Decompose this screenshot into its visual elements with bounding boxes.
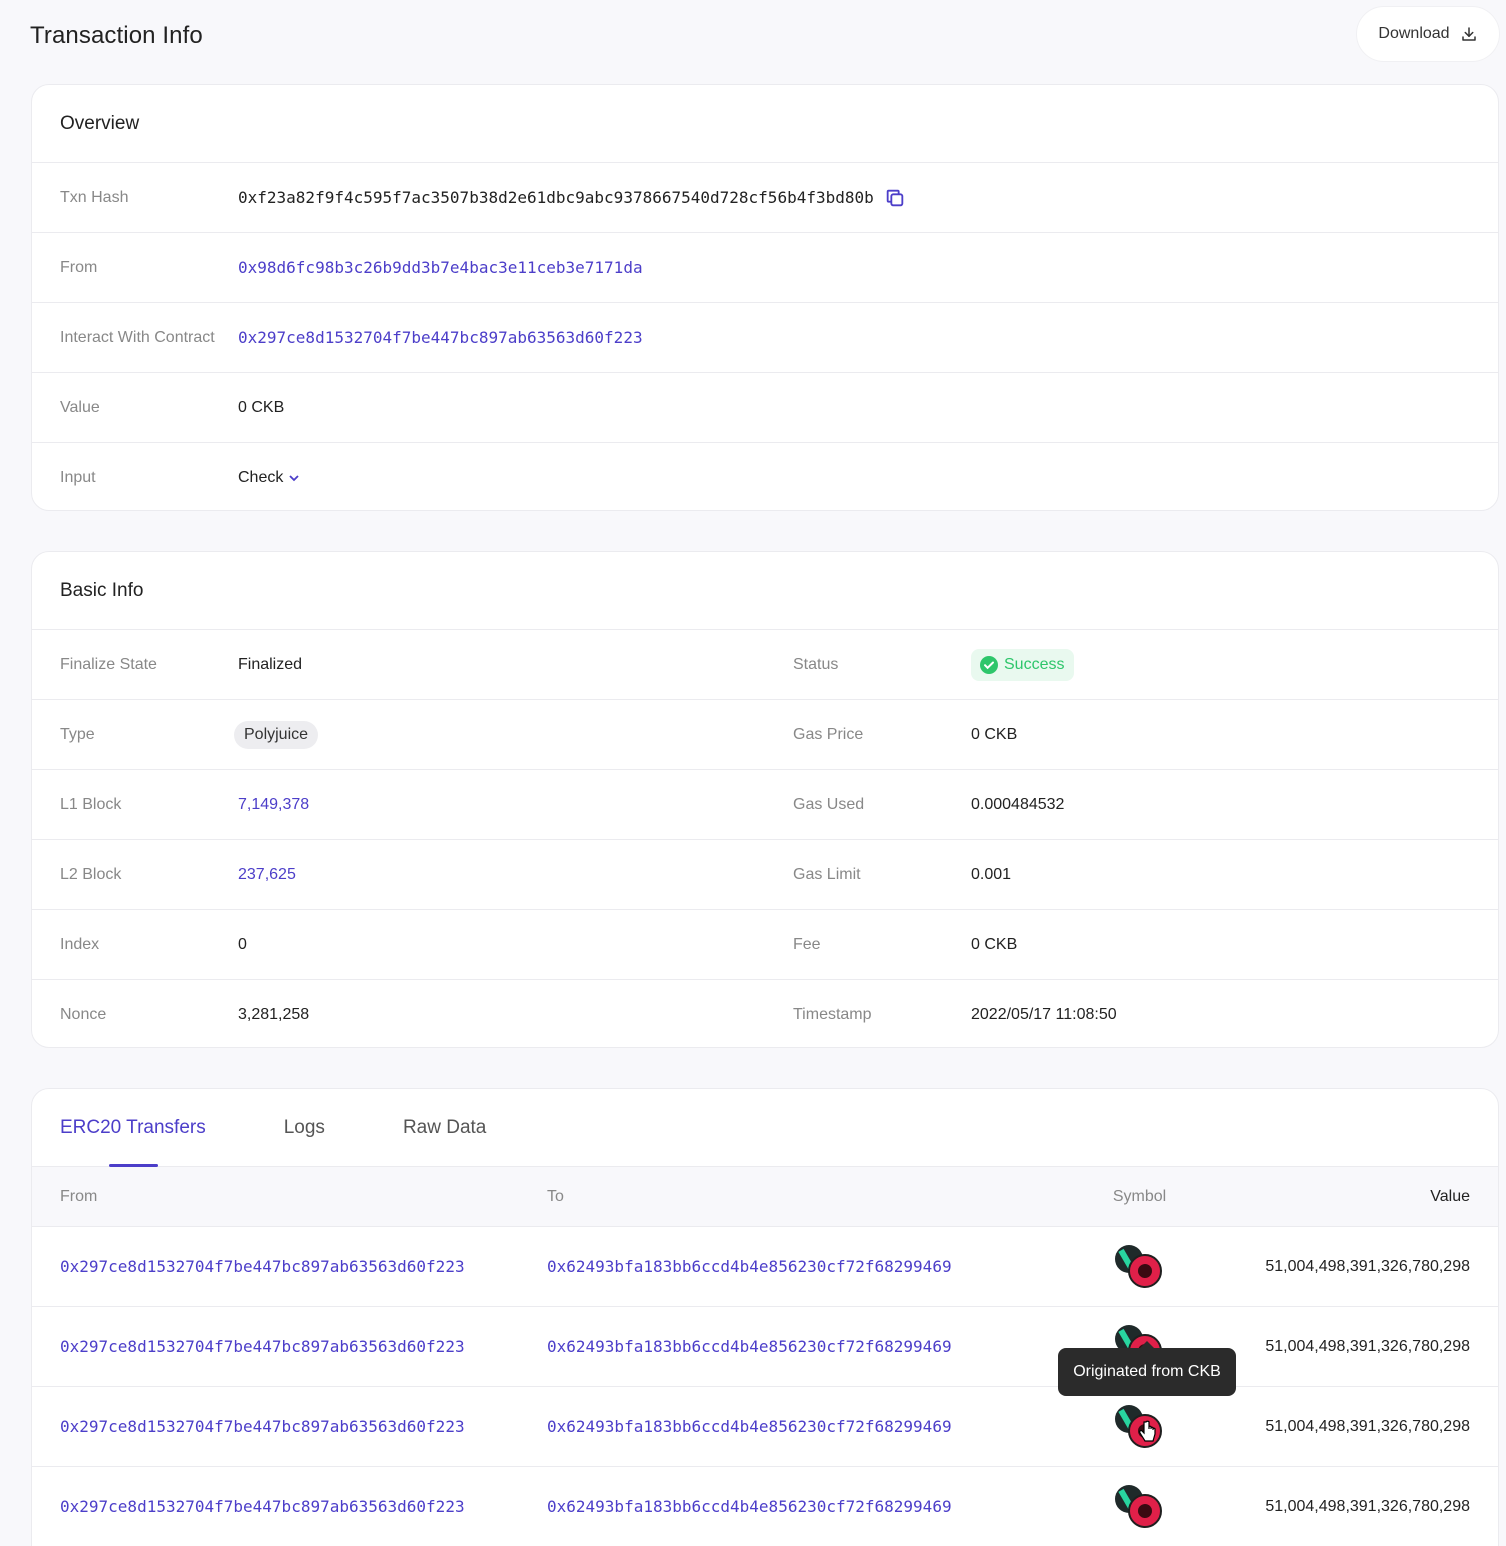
- txn-hash-row: Txn Hash 0xf23a82f9f4c595f7ac3507b38d2e6…: [32, 163, 1498, 233]
- hand-cursor-icon: [1139, 1420, 1156, 1442]
- check-circle-icon: [980, 655, 998, 674]
- finalize-state-label: Finalize State: [60, 655, 157, 673]
- token-pair-icon[interactable]: [1114, 1484, 1165, 1529]
- nonce-label: Nonce: [60, 1006, 107, 1023]
- contract-row: Interact With Contract 0x297ce8d1532704f…: [32, 303, 1498, 373]
- value-row: Value 0 CKB: [32, 373, 1498, 443]
- from-address-link[interactable]: 0x297ce8d1532704f7be447bc897ab63563d60f2…: [60, 1497, 465, 1516]
- token-pair-icon[interactable]: [1114, 1244, 1165, 1289]
- nonce-value: 3,281,258: [238, 1006, 310, 1023]
- fee-value: 0 CKB: [971, 935, 1018, 953]
- contract-label: Interact With Contract: [60, 328, 215, 346]
- download-icon: [1461, 27, 1476, 41]
- to-address-link[interactable]: 0x62493bfa183bb6ccd4b4e856230cf72f682994…: [547, 1257, 952, 1276]
- input-label: Input: [60, 469, 96, 486]
- transfers-card: ERC20 Transfers Logs Raw Data From To Sy…: [31, 1088, 1499, 1546]
- basic-row: L1 Block 7,149,378 Gas Used 0.000484532: [32, 770, 1498, 840]
- transfer-value: 51,004,498,391,326,780,298: [1265, 1257, 1470, 1275]
- copy-icon[interactable]: [884, 187, 906, 209]
- tab-erc20-transfers[interactable]: ERC20 Transfers: [60, 1117, 206, 1139]
- txn-hash-value: 0xf23a82f9f4c595f7ac3507b38d2e61dbc9abc9…: [238, 188, 874, 207]
- from-address-link[interactable]: 0x297ce8d1532704f7be447bc897ab63563d60f2…: [60, 1257, 465, 1276]
- l2-block-label: L2 Block: [60, 865, 122, 883]
- index-label: Index: [60, 935, 100, 953]
- active-tab-indicator: [109, 1164, 158, 1167]
- overview-card: Overview Txn Hash 0xf23a82f9f4c595f7ac35…: [31, 84, 1499, 511]
- tab-logs[interactable]: Logs: [284, 1117, 325, 1139]
- column-header-symbol: Symbol: [1112, 1187, 1167, 1205]
- fee-label: Fee: [793, 935, 821, 953]
- from-label: From: [60, 258, 98, 276]
- basic-row: Nonce 3,281,258 Timestamp 2022/05/17 11:…: [32, 980, 1498, 1047]
- download-button[interactable]: Download: [1356, 6, 1500, 62]
- value-label: Value: [60, 398, 100, 416]
- gas-used-label: Gas Used: [793, 795, 865, 813]
- gas-limit-label: Gas Limit: [793, 865, 861, 883]
- basic-info-title: Basic Info: [32, 552, 1498, 630]
- gas-price-label: Gas Price: [793, 725, 864, 743]
- l1-block-label: L1 Block: [60, 795, 122, 813]
- timestamp-label: Timestamp: [793, 1006, 872, 1023]
- input-check-label: Check: [238, 469, 284, 486]
- transfer-value: 51,004,498,391,326,780,298: [1265, 1417, 1470, 1435]
- basic-row: L2 Block 237,625 Gas Limit 0.001: [32, 840, 1498, 910]
- l1-block-link[interactable]: 7,149,378: [238, 796, 309, 814]
- value-value: 0 CKB: [238, 398, 285, 416]
- origin-tooltip: Originated from CKB: [1058, 1341, 1236, 1396]
- column-header-to: To: [547, 1187, 564, 1205]
- input-row: Input Check: [32, 443, 1498, 510]
- timestamp-value: 2022/05/17 11:08:50: [971, 1006, 1117, 1023]
- column-header-value: Value: [1430, 1187, 1470, 1205]
- table-row: 0x297ce8d1532704f7be447bc897ab63563d60f2…: [32, 1227, 1498, 1307]
- type-badge: Polyjuice: [234, 720, 319, 749]
- index-value: 0: [238, 935, 247, 953]
- basic-info-card: Basic Info Finalize State Finalized Stat…: [31, 551, 1499, 1048]
- download-label: Download: [1378, 25, 1450, 42]
- gas-price-value: 0 CKB: [971, 725, 1018, 743]
- from-row: From 0x98d6fc98b3c26b9dd3b7e4bac3e11ceb3…: [32, 233, 1498, 303]
- table-row: 0x297ce8d1532704f7be447bc897ab63563d60f2…: [32, 1307, 1498, 1387]
- from-address-link[interactable]: 0x297ce8d1532704f7be447bc897ab63563d60f2…: [60, 1417, 465, 1436]
- table-row: 0x297ce8d1532704f7be447bc897ab63563d60f2…: [32, 1387, 1498, 1467]
- overview-title: Overview: [32, 85, 1498, 163]
- gas-limit-value: 0.001: [971, 865, 1012, 883]
- to-address-link[interactable]: 0x62493bfa183bb6ccd4b4e856230cf72f682994…: [547, 1497, 952, 1516]
- from-address-link[interactable]: 0x98d6fc98b3c26b9dd3b7e4bac3e11ceb3e7171…: [238, 258, 643, 277]
- status-badge: Success: [971, 648, 1075, 681]
- l2-block-link[interactable]: 237,625: [238, 866, 296, 884]
- input-toggle[interactable]: Check: [238, 469, 301, 487]
- from-address-link[interactable]: 0x297ce8d1532704f7be447bc897ab63563d60f2…: [60, 1337, 465, 1356]
- chevron-down-icon: [289, 475, 299, 482]
- tab-bar: ERC20 Transfers Logs Raw Data: [32, 1089, 1498, 1167]
- finalize-state-value: Finalized: [238, 655, 303, 673]
- txn-hash-label: Txn Hash: [60, 188, 129, 206]
- to-address-link[interactable]: 0x62493bfa183bb6ccd4b4e856230cf72f682994…: [547, 1337, 952, 1356]
- transfer-value: 51,004,498,391,326,780,298: [1265, 1497, 1470, 1515]
- type-label: Type: [60, 725, 95, 743]
- to-address-link[interactable]: 0x62493bfa183bb6ccd4b4e856230cf72f682994…: [547, 1417, 952, 1436]
- transfer-value: 51,004,498,391,326,780,298: [1265, 1337, 1470, 1355]
- table-row: 0x297ce8d1532704f7be447bc897ab63563d60f2…: [32, 1467, 1498, 1546]
- contract-address-link[interactable]: 0x297ce8d1532704f7be447bc897ab63563d60f2…: [238, 328, 643, 347]
- basic-row: Type Polyjuice Gas Price 0 CKB: [32, 700, 1498, 770]
- column-header-from: From: [60, 1187, 98, 1205]
- tab-raw-data[interactable]: Raw Data: [403, 1117, 486, 1139]
- basic-row: Index 0 Fee 0 CKB: [32, 910, 1498, 980]
- page-title: Transaction Info: [30, 22, 203, 49]
- status-label: Status: [793, 655, 839, 673]
- table-header: From To Symbol Value: [32, 1167, 1498, 1227]
- basic-row: Finalize State Finalized Status Success: [32, 630, 1498, 700]
- status-value: Success: [1004, 655, 1065, 673]
- gas-used-value: 0.000484532: [971, 795, 1065, 813]
